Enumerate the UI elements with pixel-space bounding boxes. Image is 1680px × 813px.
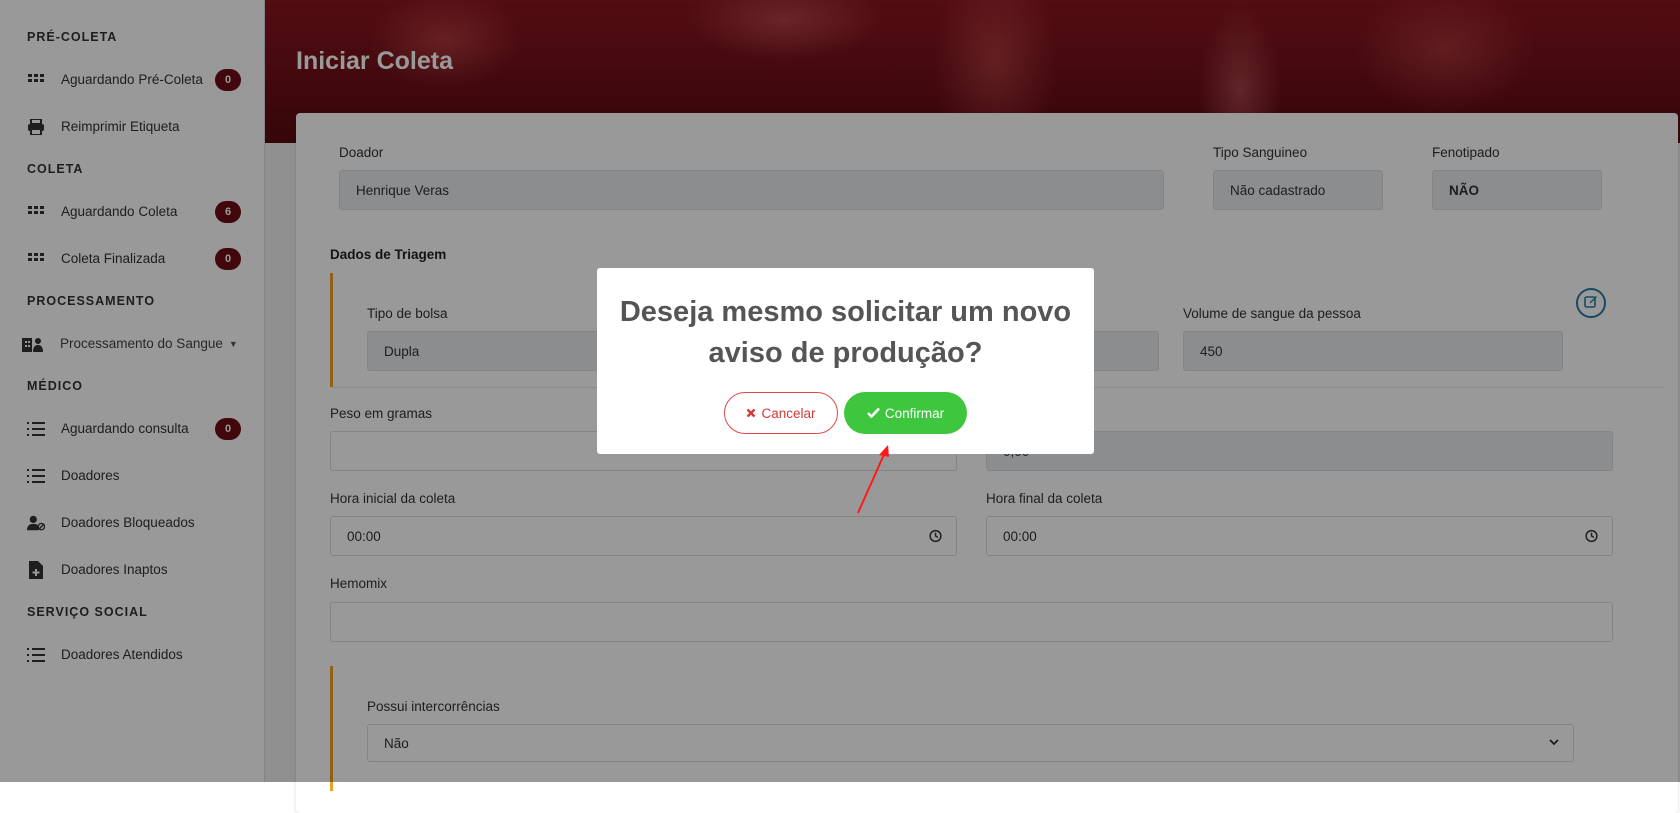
annotation-arrow — [857, 445, 889, 514]
